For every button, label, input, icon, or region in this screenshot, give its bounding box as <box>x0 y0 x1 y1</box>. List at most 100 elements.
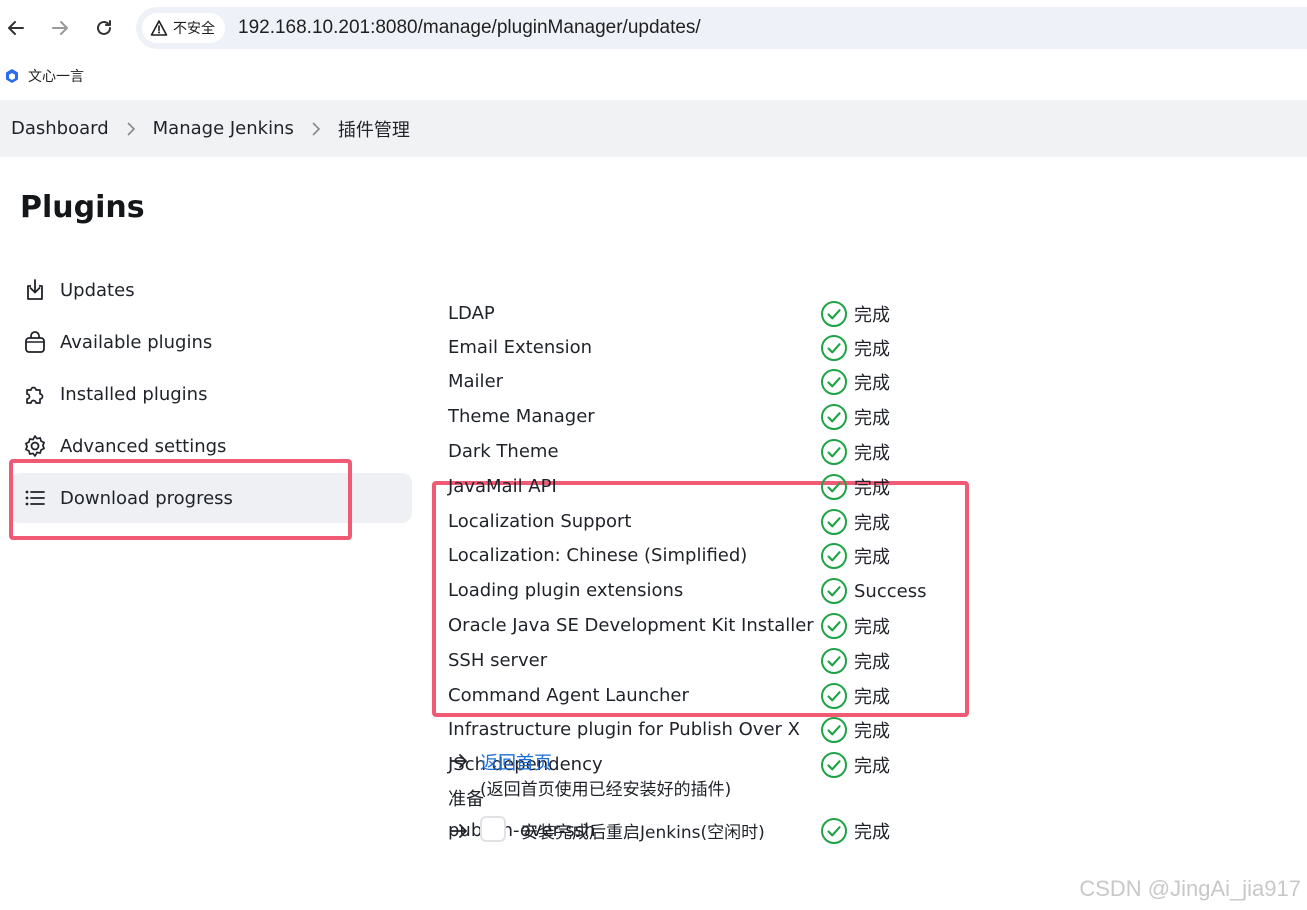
status-text: 完成 <box>854 756 890 777</box>
check-circle-icon <box>821 752 847 778</box>
warning-icon <box>150 20 168 36</box>
reload-button[interactable] <box>88 12 120 44</box>
security-chip[interactable]: 不安全 <box>142 13 225 43</box>
install-status: 完成 <box>820 438 890 466</box>
plugin-name: Localization: Chinese (Simplified) <box>448 545 748 566</box>
progress-row: Mailer 完成 <box>448 365 968 399</box>
address-bar[interactable]: 不安全 192.168.10.201:8080/manage/pluginMan… <box>136 7 1307 49</box>
plugin-name: JavaMail API <box>448 476 557 497</box>
status-text: 完成 <box>854 373 890 394</box>
breadcrumb-manage-jenkins[interactable]: Manage Jenkins <box>153 118 294 139</box>
progress-row: Loading plugin extensions Success <box>448 574 968 608</box>
check-circle-icon <box>821 717 847 743</box>
status-text: 完成 <box>854 443 890 464</box>
install-status: 完成 <box>820 368 890 396</box>
plugin-name: SSH server <box>448 650 548 671</box>
plugin-name: Command Agent Launcher <box>448 685 689 706</box>
back-to-home-link[interactable]: 返回首页 <box>480 749 552 775</box>
arrow-right-icon <box>450 824 467 838</box>
progress-list: LDAP 完成 Email Extension 完成 Mailer 完成 Theme Man… <box>0 157 1307 844</box>
plugin-name: Localization Support <box>448 511 632 532</box>
progress-row: Localization Support 完成 <box>448 505 968 539</box>
cube-logo-icon <box>6 69 18 83</box>
status-text: 完成 <box>854 408 890 429</box>
install-status: 完成 <box>820 473 890 501</box>
plugin-name: Email Extension <box>448 337 593 358</box>
chevron-right-icon <box>311 121 321 136</box>
chevron-right-icon <box>126 121 136 136</box>
check-circle-icon <box>821 301 847 327</box>
install-status: 完成 <box>820 542 890 570</box>
check-circle-icon <box>821 474 847 500</box>
install-status: 完成 <box>820 334 890 362</box>
progress-row: Dark Theme 完成 <box>448 435 968 469</box>
plugin-name: Mailer <box>448 371 504 392</box>
progress-row: Email Extension 完成 <box>448 331 968 365</box>
security-label: 不安全 <box>173 21 215 37</box>
status-text: 完成 <box>854 339 890 360</box>
install-status: 完成 <box>820 716 890 744</box>
install-status: 完成 <box>820 612 890 640</box>
bookmark-label: 文心一言 <box>28 69 84 85</box>
bookmark-wenxin[interactable]: 文心一言 <box>4 64 84 88</box>
check-circle-icon <box>821 648 847 674</box>
progress-row: Localization: Chinese (Simplified) 完成 <box>448 539 968 573</box>
status-text: 完成 <box>854 478 890 499</box>
check-circle-icon <box>821 543 847 569</box>
status-text: 完成 <box>854 305 890 326</box>
plugin-name: Theme Manager <box>448 406 595 427</box>
check-circle-icon <box>821 818 847 844</box>
status-text: Success <box>854 580 927 602</box>
progress-row: Oracle Java SE Development Kit Installer… <box>448 609 968 643</box>
progress-row: Theme Manager 完成 <box>448 400 968 434</box>
check-circle-icon <box>821 369 847 395</box>
breadcrumb-plugin-manager[interactable]: 插件管理 <box>338 116 410 142</box>
plugin-name: 准备 <box>448 789 484 810</box>
status-text: 完成 <box>854 721 890 742</box>
plugin-name: Dark Theme <box>448 441 559 462</box>
status-text: 完成 <box>854 617 890 638</box>
plugin-name: LDAP <box>448 303 495 324</box>
progress-row: JavaMail API 完成 <box>448 470 968 504</box>
breadcrumb: Dashboard Manage Jenkins 插件管理 <box>0 100 1307 157</box>
status-text: 完成 <box>854 652 890 673</box>
install-status: 完成 <box>820 300 890 328</box>
install-status: Success <box>820 577 926 605</box>
restart-checkbox[interactable] <box>480 816 506 842</box>
plugin-name: Infrastructure plugin for Publish Over X <box>448 719 800 740</box>
bookmarks-bar: 文心一言 <box>0 56 1307 96</box>
arrow-right-icon <box>450 754 467 768</box>
install-status: 完成 <box>820 682 890 710</box>
progress-row: LDAP 完成 <box>448 297 968 331</box>
check-circle-icon <box>821 335 847 361</box>
progress-row: SSH server 完成 <box>448 644 968 678</box>
progress-row: Infrastructure plugin for Publish Over X… <box>448 713 968 747</box>
plugin-name: Oracle Java SE Development Kit Installer <box>448 615 814 636</box>
arrow-left-icon <box>8 21 24 35</box>
watermark: CSDN @JingAi_jia917 <box>1079 876 1301 901</box>
install-status: 完成 <box>820 403 890 431</box>
check-circle-icon <box>821 439 847 465</box>
breadcrumb-dashboard[interactable]: Dashboard <box>11 118 109 139</box>
status-text: 完成 <box>854 687 890 708</box>
check-circle-icon <box>821 613 847 639</box>
forward-button[interactable] <box>44 12 76 44</box>
browser-toolbar: 不安全 192.168.10.201:8080/manage/pluginMan… <box>0 0 1307 56</box>
check-circle-icon <box>821 578 847 604</box>
install-status: 完成 <box>820 647 890 675</box>
status-text: 完成 <box>854 513 890 534</box>
install-status: 完成 <box>820 751 890 779</box>
back-button[interactable] <box>0 12 32 44</box>
check-circle-icon <box>821 509 847 535</box>
check-circle-icon <box>821 683 847 709</box>
arrow-right-icon <box>52 21 68 35</box>
check-circle-icon <box>821 404 847 430</box>
restart-checkbox-label[interactable]: 安装完成后重启Jenkins(空闲时) <box>521 818 765 843</box>
reload-icon <box>97 20 111 35</box>
plugin-name: Loading plugin extensions <box>448 580 684 601</box>
status-text: 完成 <box>854 822 890 843</box>
url-text[interactable]: 192.168.10.201:8080/manage/pluginManager… <box>238 7 701 49</box>
back-to-home-note: (返回首页使用已经安装好的插件) <box>480 780 732 800</box>
install-status: 完成 <box>820 817 890 845</box>
install-status: 完成 <box>820 508 890 536</box>
